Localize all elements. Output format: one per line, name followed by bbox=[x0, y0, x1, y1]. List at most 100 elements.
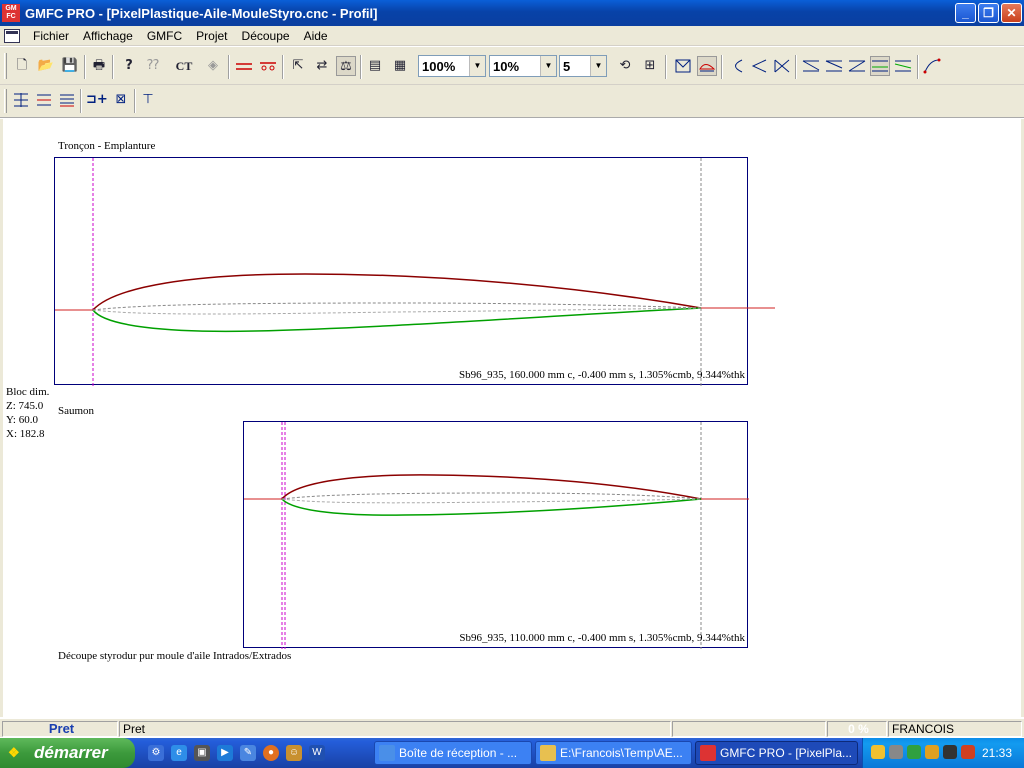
tray-speaker-icon[interactable] bbox=[889, 745, 903, 759]
profile-panel-root[interactable]: Sb96_935, 160.000 mm c, -0.400 mm s, 1.3… bbox=[54, 157, 775, 386]
target-icon[interactable]: ◈ bbox=[203, 56, 223, 76]
start-button[interactable]: ❖ démarrer bbox=[0, 738, 135, 768]
chord-dashed-line bbox=[281, 498, 702, 504]
tray-warning-icon[interactable] bbox=[961, 745, 975, 759]
close-button[interactable]: ✕ bbox=[1001, 3, 1022, 23]
maximize-button[interactable]: ❐ bbox=[978, 3, 999, 23]
quicklaunch-word-icon[interactable]: W bbox=[309, 745, 325, 761]
quicklaunch-ie-icon[interactable]: e bbox=[171, 745, 187, 761]
trailing-edge-1-icon[interactable] bbox=[801, 56, 821, 76]
airfoil-tip-drawing bbox=[244, 422, 749, 649]
import-profile-icon[interactable]: ⇱ bbox=[288, 56, 308, 76]
delete-point-icon[interactable]: ⊠ bbox=[111, 90, 131, 110]
status-main: Pret bbox=[2, 721, 118, 737]
app-logo-icon[interactable]: GM FC bbox=[2, 4, 20, 22]
count-value: 5 bbox=[563, 59, 571, 74]
chevron-down-icon[interactable]: ▼ bbox=[469, 56, 485, 76]
menu-bar: Fichier Affichage GMFC Projet Découpe Ai… bbox=[0, 26, 1024, 67]
task-explorer[interactable]: E:\Francois\Temp\AE... bbox=[535, 741, 692, 765]
quicklaunch-desktop-icon[interactable]: ▣ bbox=[194, 745, 210, 761]
curve-path-icon[interactable] bbox=[922, 56, 942, 76]
quicklaunch-media-icon[interactable]: ▶ bbox=[217, 745, 233, 761]
cross-edge-icon[interactable] bbox=[772, 56, 792, 76]
insert-point-icon[interactable]: ⊐+ bbox=[86, 90, 108, 110]
menu-gmfc[interactable]: GMFC bbox=[140, 26, 189, 46]
help-icon[interactable]: ? bbox=[119, 56, 139, 76]
count-select[interactable]: 5 ▼ bbox=[559, 55, 607, 77]
task-inbox[interactable]: Boîte de réception - ... bbox=[374, 741, 532, 765]
taskbar: ❖ démarrer ⚙ e ▣ ▶ ✎ ● ☺ W Boîte de réce… bbox=[0, 738, 1024, 768]
wire-cut-icon[interactable] bbox=[234, 56, 254, 76]
minimize-button[interactable]: _ bbox=[955, 3, 976, 23]
toolbar-separator bbox=[80, 89, 82, 113]
save-icon[interactable]: 💾 bbox=[60, 56, 80, 76]
toolbar-separator bbox=[665, 55, 667, 79]
menu-fichier[interactable]: Fichier bbox=[26, 26, 76, 46]
properties-icon[interactable]: ▦ bbox=[390, 56, 410, 76]
trailing-edge-4-icon[interactable] bbox=[870, 56, 890, 76]
open-folder-icon[interactable]: 📂 bbox=[36, 56, 56, 76]
quicklaunch-app-icon[interactable]: ☺ bbox=[286, 745, 302, 761]
folder-icon bbox=[540, 745, 556, 761]
clock[interactable]: 21:33 bbox=[982, 746, 1012, 760]
profile-m-icon[interactable] bbox=[673, 56, 693, 76]
align-bottom-icon[interactable] bbox=[57, 90, 77, 110]
tray-star-icon[interactable] bbox=[871, 745, 885, 759]
scale-profile-icon[interactable]: ⚖ bbox=[336, 56, 356, 76]
print-icon[interactable]: 🖶 bbox=[89, 56, 109, 76]
menu-affichage[interactable]: Affichage bbox=[76, 26, 140, 46]
ct-button[interactable]: CT bbox=[174, 56, 194, 76]
mail-icon bbox=[379, 745, 395, 761]
menu-projet[interactable]: Projet bbox=[189, 26, 234, 46]
leading-edge-icon[interactable] bbox=[726, 56, 746, 76]
toolbar-grip[interactable] bbox=[4, 89, 7, 113]
status-empty-pane bbox=[672, 721, 826, 737]
trailing-edge-3-icon[interactable] bbox=[847, 56, 867, 76]
panel-title-tip: Saumon bbox=[58, 405, 95, 417]
menu-decoupe[interactable]: Découpe bbox=[235, 26, 297, 46]
secondary-toolbar: ⊐+ ⊠ ⊤ bbox=[0, 85, 1024, 118]
toolbar-separator bbox=[917, 55, 919, 79]
align-middle-icon[interactable] bbox=[34, 90, 54, 110]
quicklaunch-gear-icon[interactable]: ⚙ bbox=[148, 745, 164, 761]
zoom-select[interactable]: 100% ▼ bbox=[418, 55, 486, 77]
tray-shield-icon[interactable] bbox=[907, 745, 921, 759]
profile-panel-tip[interactable]: Sb96_935, 110.000 mm c, -0.400 mm s, 1.3… bbox=[243, 421, 749, 649]
status-user: FRANCOIS bbox=[888, 721, 1022, 737]
intrados-curve bbox=[281, 498, 702, 516]
profile-info-root: Sb96_935, 160.000 mm c, -0.400 mm s, 1.3… bbox=[459, 369, 745, 381]
menu-aide[interactable]: Aide bbox=[297, 26, 335, 46]
bloc-dim-z: Z: 745.0 bbox=[6, 400, 44, 412]
trailing-edge-2-icon[interactable] bbox=[824, 56, 844, 76]
chevron-down-icon[interactable]: ▼ bbox=[540, 56, 556, 76]
status-progress: 0 % bbox=[827, 721, 887, 737]
status-message: Pret bbox=[119, 721, 671, 737]
quicklaunch-tool-icon[interactable]: ✎ bbox=[240, 745, 256, 761]
toolbar-separator bbox=[721, 55, 723, 79]
task-label: GMFC PRO - [PixelPla... bbox=[720, 746, 853, 760]
task-gmfc[interactable]: GMFC PRO - [PixelPla... bbox=[695, 741, 858, 765]
swap-profile-icon[interactable]: ⇄ bbox=[312, 56, 332, 76]
section-icon[interactable]: ⊤ bbox=[138, 90, 158, 110]
fit-view-icon[interactable]: ⊞ bbox=[640, 56, 660, 76]
toolbar-separator bbox=[134, 89, 136, 113]
new-file-icon[interactable]: 🗋 bbox=[12, 56, 32, 76]
step-select[interactable]: 10% ▼ bbox=[489, 55, 557, 77]
wire-heat-icon[interactable] bbox=[258, 56, 278, 76]
context-help-icon[interactable]: ⁇ bbox=[143, 56, 163, 76]
trailing-edge-5-icon[interactable] bbox=[893, 56, 913, 76]
corner-left-icon[interactable] bbox=[749, 56, 769, 76]
align-top-icon[interactable] bbox=[11, 90, 31, 110]
window-title: GMFC PRO - [PixelPlastique-Aile-MouleSty… bbox=[25, 5, 378, 21]
document-icon[interactable] bbox=[4, 28, 20, 43]
quicklaunch-firefox-icon[interactable]: ● bbox=[263, 745, 279, 761]
rotate-icon[interactable]: ⟲ bbox=[615, 56, 635, 76]
zoom-value: 100% bbox=[422, 59, 456, 74]
toolbar-grip[interactable] bbox=[4, 53, 7, 79]
tray-notice-icon[interactable] bbox=[925, 745, 939, 759]
tray-network-icon[interactable] bbox=[943, 745, 957, 759]
layer-icon[interactable]: ▤ bbox=[365, 56, 385, 76]
airfoil-icon[interactable] bbox=[697, 56, 717, 76]
profile-info-tip: Sb96_935, 110.000 mm c, -0.400 mm s, 1.3… bbox=[459, 632, 745, 644]
chevron-down-icon[interactable]: ▼ bbox=[590, 56, 606, 76]
